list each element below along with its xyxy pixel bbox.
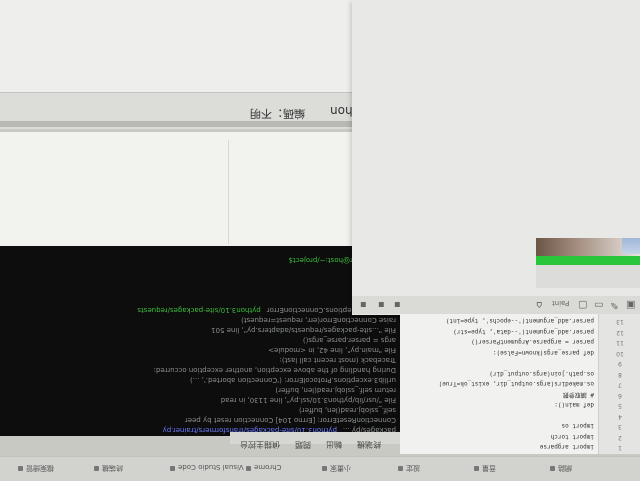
terminal-line-text: File "...site-packages/requests/adapters… xyxy=(211,326,396,334)
terminal-line-text: args = parser.parse_args() xyxy=(302,336,396,344)
terminal-line-text: raise ConnectionError(err, request=reque… xyxy=(241,316,396,324)
select-icon[interactable]: ▣ xyxy=(626,299,635,310)
code-line: def parse_args(known=False): xyxy=(492,348,594,356)
code-line: import argparse xyxy=(539,443,594,450)
taskbar-item[interactable]: 音量 xyxy=(482,463,496,473)
terminal-line-text: Traceback (most recent call last): xyxy=(279,356,396,364)
editor-empty-area xyxy=(0,132,362,248)
taskbar-item[interactable]: Chrome xyxy=(254,463,281,471)
terminal-line: requests.exceptions.ConnectionErrorpytho… xyxy=(4,305,396,314)
palette-green-band xyxy=(536,256,640,265)
terminal-line: self._sslobj.read(len, buffer) xyxy=(4,405,396,414)
terminal-line-text: File "/usr/lib/python3.10/ssl.py", line … xyxy=(220,396,396,404)
line-number: 3 xyxy=(618,423,622,430)
terminal-line: During handling of the above exception, … xyxy=(4,365,396,374)
frame-icon[interactable]: ▭ xyxy=(594,299,603,310)
terminal-line: Traceback (most recent call last): xyxy=(4,355,396,364)
taskbar-item[interactable]: 網路 xyxy=(558,463,572,473)
code-line: def main(): xyxy=(554,401,594,408)
taskbar-app-icon[interactable] xyxy=(322,466,327,471)
encoding-label[interactable]: 編碼：不明 xyxy=(250,106,305,122)
taskbar-item[interactable]: Visual Studio Code xyxy=(178,463,244,471)
tab-problems[interactable]: 問題 xyxy=(295,439,311,450)
panel-tab-bar: 偵錯主控台 問題 輸出 終端機 xyxy=(230,432,400,449)
pencil-icon[interactable]: ✎ xyxy=(610,299,618,310)
window-control-icon[interactable]: ▪ xyxy=(378,299,385,310)
line-number: 1 xyxy=(618,444,622,451)
line-number: 13 xyxy=(616,318,624,325)
terminal-line: raise ConnectionError(err, request=reque… xyxy=(4,315,396,324)
line-number: 8 xyxy=(618,370,622,378)
home-icon[interactable]: ⌂ xyxy=(536,299,542,310)
window-control-icon[interactable]: ▪ xyxy=(394,299,401,310)
line-number: 2 xyxy=(618,433,622,441)
code-line: parser.add_argument('--epochs', type=int… xyxy=(445,317,594,324)
tab-terminal[interactable]: 終端機 xyxy=(357,439,381,450)
terminal-line: urllib3.exceptions.ProtocolError: ('Conn… xyxy=(4,375,396,384)
taskbar-app-icon[interactable] xyxy=(18,466,23,471)
terminal-line-text: File "main.py", line 42, in <module> xyxy=(268,346,396,354)
code-line: parser.add_argument('--data', type=str) xyxy=(453,327,594,335)
palette-blue-swatch xyxy=(622,238,640,254)
editor-status-bar xyxy=(0,92,372,129)
code-line: import torch xyxy=(550,432,594,440)
taskbar-app-icon[interactable] xyxy=(398,466,403,471)
line-number: 12 xyxy=(616,328,624,336)
taskbar-app-icon[interactable] xyxy=(94,466,99,471)
taskbar-app-icon[interactable] xyxy=(246,466,251,471)
window-control-icon[interactable]: ▪ xyxy=(360,299,367,310)
terminal-line: return self._sslobj.read(len, buffer) xyxy=(4,385,396,394)
tab-debug-console[interactable]: 偵錯主控台 xyxy=(240,439,280,450)
terminal-line: args = parser.parse_args() xyxy=(4,335,396,344)
code-line: # 讀取參數 xyxy=(562,390,594,398)
line-number: 7 xyxy=(618,381,622,388)
terminal-line-text: self._sslobj.read(len, buffer) xyxy=(299,406,396,414)
terminal-highlight: python3.10/site-packages/requests xyxy=(137,306,261,314)
terminal-line: File "...site-packages/requests/adapters… xyxy=(4,325,396,334)
upper-document-pane xyxy=(0,0,372,95)
taskbar-app-icon[interactable] xyxy=(474,466,479,471)
line-number: 10 xyxy=(616,349,624,357)
terminal-line-text: During handling of the above exception, … xyxy=(153,366,396,374)
code-line: os.path.join(args.output_dir) xyxy=(489,369,594,377)
tab-output[interactable]: 輸出 xyxy=(326,439,342,450)
line-number: 4 xyxy=(618,412,622,420)
save-icon[interactable]: ▢ xyxy=(578,299,587,310)
taskbar-app-icon[interactable] xyxy=(170,466,175,471)
code-line: os.makedirs(args.output_dir, exist_ok=Tr… xyxy=(438,380,594,387)
window-title-label: Paint xyxy=(552,299,570,307)
line-number: 11 xyxy=(616,339,624,346)
line-number: 5 xyxy=(618,402,622,409)
taskbar-item[interactable]: 小畫家 xyxy=(330,463,351,473)
column-ruler xyxy=(228,140,229,244)
line-number: 9 xyxy=(618,360,622,367)
line-number: 6 xyxy=(618,391,622,399)
code-line: import os xyxy=(561,422,594,429)
taskbar-item[interactable]: 終端機 xyxy=(102,463,123,473)
terminal-panel[interactable]: packages/py ...python3.10/site-packages/… xyxy=(0,246,400,436)
terminal-line-text: ConnectionResetError: [Errno 104] Connec… xyxy=(184,416,396,424)
terminal-line: ConnectionResetError: [Errno 104] Connec… xyxy=(4,415,396,424)
code-line: parser = argparse.ArgumentParser() xyxy=(471,338,594,345)
taskbar-app-icon[interactable] xyxy=(550,466,555,471)
taskbar-item[interactable]: 設定 xyxy=(406,463,420,473)
color-palette-thumbnail[interactable] xyxy=(536,238,640,288)
status-bar-divider xyxy=(0,121,372,127)
code-editor[interactable]: import argparse import torch import os def … xyxy=(400,314,600,454)
terminal-line: File "main.py", line 42, in <module> xyxy=(4,345,396,354)
terminal-line-text: return self._sslobj.read(len, buffer) xyxy=(275,386,396,394)
terminal-line: (venv) user@host:~/project$ xyxy=(4,255,396,264)
taskbar-item[interactable]: 檔案總管 xyxy=(26,463,54,473)
terminal-line-text: urllib3.exceptions.ProtocolError: ('Conn… xyxy=(190,376,396,384)
terminal-line: File "/usr/lib/python3.10/ssl.py", line … xyxy=(4,395,396,404)
